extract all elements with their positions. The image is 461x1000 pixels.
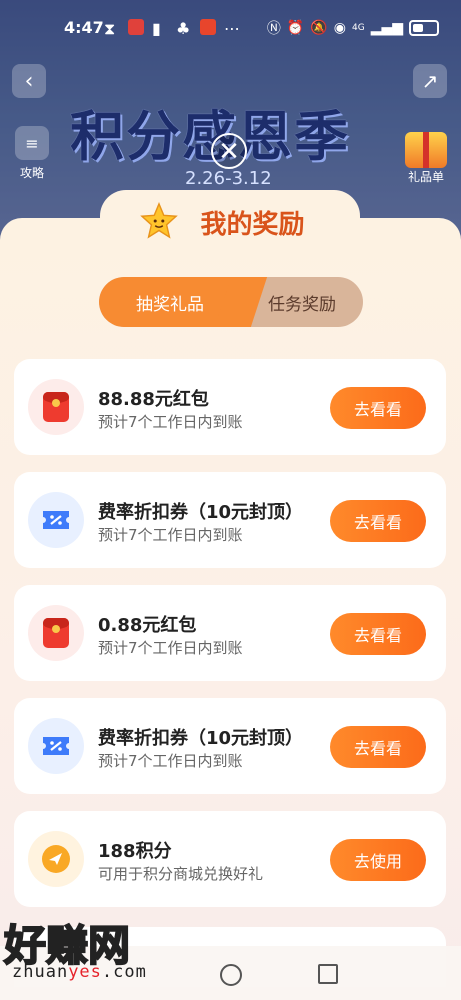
panel-title: 我的奖励 — [0, 204, 461, 241]
back-button[interactable]: ‹ — [12, 64, 46, 98]
tab-task-rewards-label: 任务奖励 — [268, 294, 336, 315]
hourglass-icon: ⧗ — [104, 19, 116, 38]
reward-subtitle: 可用于积分商城兑换好礼 — [98, 865, 264, 883]
view-button[interactable]: 去看看 — [330, 500, 426, 542]
red-packet-icon — [28, 605, 84, 661]
tab-lottery-gifts[interactable]: 抽奖礼品 — [99, 277, 241, 327]
coupon-icon — [28, 492, 84, 548]
reward-card: 费率折扣券（10元封顶） 预计7个工作日内到账 去看看 — [14, 698, 446, 794]
signal-icon: 4G — [351, 23, 365, 33]
view-button[interactable]: 去看看 — [330, 613, 426, 655]
banner-date: 2.26-3.12 — [185, 168, 272, 189]
gift-box-icon — [405, 132, 447, 168]
gift-list-button[interactable]: 礼品单 — [399, 132, 453, 185]
notification-icons: ⧗ ▮ ♣ ⋯ — [104, 19, 240, 38]
view-button[interactable]: 去看看 — [330, 726, 426, 768]
recents-nav-button[interactable] — [318, 964, 338, 984]
reward-title: 费率折扣券（10元封顶） — [98, 502, 304, 523]
points-icon — [28, 831, 84, 887]
reward-card: 188积分 可用于积分商城兑换好礼 去使用 — [14, 811, 446, 907]
reward-title: 88.88元红包 — [98, 389, 209, 410]
panel-title-text: 我的奖励 — [200, 210, 305, 240]
view-button[interactable]: 去看看 — [330, 387, 426, 429]
nfc-icon: Ⓝ — [266, 21, 281, 37]
use-button[interactable]: 去使用 — [330, 839, 426, 881]
status-time: 4:47 — [64, 18, 104, 37]
reward-card: 费率折扣券（10元封顶） 预计7个工作日内到账 去看看 — [14, 472, 446, 568]
tab-lottery-gifts-label: 抽奖礼品 — [136, 294, 204, 315]
signal-icon-2: ▂▄▆ — [370, 20, 403, 36]
battery-icon — [409, 20, 439, 36]
shop-icon — [200, 19, 216, 35]
coupon-glyph — [43, 737, 69, 755]
system-icons: Ⓝ ⏰ 🔕 ◉ 4G ▂▄▆ — [267, 18, 439, 38]
gift-list-label: 礼品单 — [407, 170, 444, 184]
guide-button[interactable]: ≡ 攻略 — [12, 126, 52, 181]
share-button[interactable]: ↗ — [413, 64, 447, 98]
wifi-icon: ◉ — [333, 20, 346, 36]
guide-label: 攻略 — [19, 166, 44, 180]
mute-icon: 🔕 — [310, 20, 328, 36]
reward-title: 188积分 — [98, 841, 172, 862]
reward-subtitle: 预计7个工作日内到账 — [98, 526, 243, 544]
points-glyph — [42, 845, 70, 873]
reward-title: 0.88元红包 — [98, 615, 197, 636]
reward-subtitle: 预计7个工作日内到账 — [98, 752, 243, 770]
red-packet-icon — [28, 379, 84, 435]
app-notify-icon — [128, 19, 144, 35]
reward-tabs: 抽奖礼品 任务奖励 — [99, 277, 363, 327]
watermark-url-part1: zhuan — [12, 962, 69, 982]
alarm-icon: ⏰ — [286, 20, 305, 36]
penguin-icon: ♣ — [176, 19, 191, 38]
reward-subtitle: 预计7个工作日内到账 — [98, 413, 243, 431]
coupon-icon — [28, 718, 84, 774]
reward-card: 0.88元红包 预计7个工作日内到账 去看看 — [14, 585, 446, 681]
watermark-url: zhuanyes.com — [12, 962, 147, 982]
app-screen: 4:47 ⧗ ▮ ♣ ⋯ Ⓝ ⏰ 🔕 ◉ 4G ▂▄▆ ‹ ↗ 积分感恩季 2.… — [0, 0, 461, 1000]
home-nav-button[interactable] — [220, 964, 242, 986]
reward-card: 88.88元红包 预计7个工作日内到账 去看看 — [14, 359, 446, 455]
clipboard-icon: ≡ — [15, 126, 49, 160]
coupon-glyph — [43, 511, 69, 529]
reward-subtitle: 预计7个工作日内到账 — [98, 639, 243, 657]
banner-title: 积分感恩季 — [70, 105, 350, 168]
tab-task-rewards[interactable]: 任务奖励 — [241, 277, 363, 327]
more-notifications-icon: ⋯ — [224, 19, 240, 38]
status-bar: 4:47 ⧗ ▮ ♣ ⋯ Ⓝ ⏰ 🔕 ◉ 4G ▂▄▆ — [0, 0, 461, 58]
reward-list: 88.88元红包 预计7个工作日内到账 去看看 费率折扣券（10元封顶） 预计7… — [14, 359, 446, 924]
reward-title: 费率折扣券（10元封顶） — [98, 728, 304, 749]
watermark-url-part2: .com — [101, 962, 147, 982]
close-button[interactable]: ✕ — [211, 133, 247, 169]
battery-saver-icon: ▮ — [152, 19, 161, 38]
watermark-url-highlight: yes — [68, 962, 102, 982]
